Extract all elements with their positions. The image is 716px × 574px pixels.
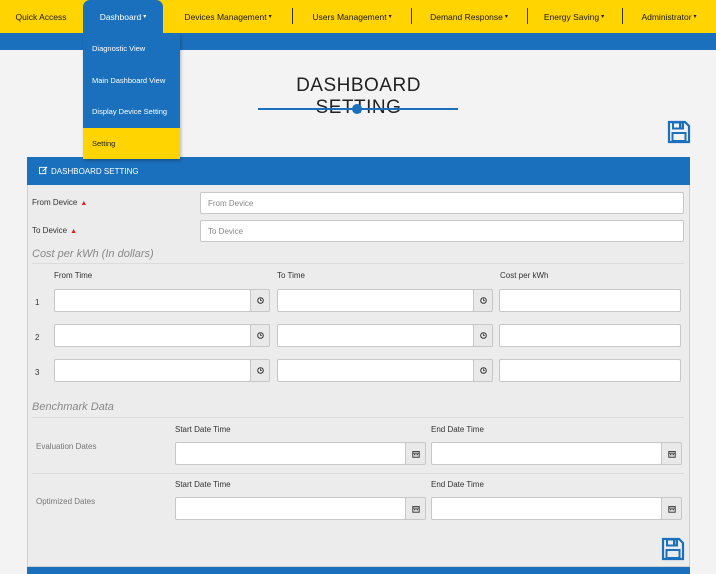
- row-number: 3: [35, 368, 40, 377]
- menu-item-main-dashboard-view[interactable]: Main Dashboard View: [83, 65, 180, 97]
- divider: [32, 473, 684, 474]
- nav-label: Quick Access: [15, 11, 67, 22]
- opt-end-label: End Date Time: [431, 480, 484, 489]
- nav-divider: [622, 8, 623, 24]
- to-time-input[interactable]: [277, 359, 474, 382]
- edit-icon: [39, 166, 48, 177]
- nav-administrator[interactable]: Administrator ▾: [627, 0, 711, 33]
- clock-icon[interactable]: [250, 359, 270, 382]
- cost-input[interactable]: [499, 324, 681, 347]
- nav-devices-management[interactable]: Devices Management ▾: [172, 0, 284, 33]
- required-marker: ▲: [80, 200, 88, 207]
- opt-start-label: Start Date Time: [175, 480, 231, 489]
- panel-footer-bar: [27, 567, 690, 574]
- to-device-input[interactable]: To Device: [200, 220, 684, 242]
- caret-down-icon: ▾: [693, 14, 697, 20]
- caret-down-icon: ▾: [388, 14, 392, 20]
- caret-down-icon: ▾: [504, 14, 508, 20]
- from-time-input[interactable]: [54, 324, 251, 347]
- clock-icon[interactable]: [250, 324, 270, 347]
- benchmark-section-title: Benchmark Data: [32, 401, 114, 413]
- row-number: 1: [35, 298, 40, 307]
- title-underline-dot: [352, 104, 362, 114]
- from-device-label: From Device ▲: [32, 198, 87, 207]
- menu-item-diagnostic-view[interactable]: Diagnostic View: [83, 33, 180, 65]
- caret-down-icon: ▾: [268, 14, 272, 20]
- to-device-label: To Device ▲: [32, 226, 77, 235]
- nav-users-management[interactable]: Users Management ▾: [298, 0, 406, 33]
- col-cost-per-kwh: Cost per kWh: [500, 271, 549, 280]
- cost-input[interactable]: [499, 289, 681, 312]
- calendar-icon[interactable]: [661, 497, 682, 520]
- evaluation-dates-label: Evaluation Dates: [36, 442, 97, 451]
- nav-divider: [527, 8, 528, 24]
- from-time-input[interactable]: [54, 289, 251, 312]
- nav-demand-response[interactable]: Demand Response ▾: [416, 0, 522, 33]
- clock-icon[interactable]: [473, 289, 493, 312]
- eval-end-input[interactable]: [431, 442, 662, 465]
- nav-label: Devices Management: [184, 11, 267, 22]
- clock-icon[interactable]: [473, 359, 493, 382]
- opt-start-input[interactable]: [175, 497, 406, 520]
- eval-end-label: End Date Time: [431, 425, 484, 434]
- cost-section-title: Cost per kWh (In dollars): [32, 248, 154, 260]
- save-icon[interactable]: [661, 537, 685, 561]
- dashboard-dropdown-menu: Diagnostic View Main Dashboard View Disp…: [83, 33, 180, 159]
- nav-dashboard[interactable]: Dashboard ▾: [83, 0, 163, 33]
- from-time-input[interactable]: [54, 359, 251, 382]
- divider: [32, 417, 684, 418]
- top-nav: Quick Access Dashboard ▾ Devices Managem…: [0, 0, 716, 33]
- caret-down-icon: ▾: [601, 14, 605, 20]
- menu-item-display-device-setting[interactable]: Display Device Setting: [83, 96, 180, 128]
- panel-header-title: DASHBOARD SETTING: [51, 166, 139, 176]
- nav-divider: [292, 8, 293, 24]
- save-icon[interactable]: [667, 120, 691, 144]
- nav-energy-saving[interactable]: Energy Saving ▾: [532, 0, 616, 33]
- from-device-label-text: From Device: [32, 198, 78, 207]
- divider: [32, 263, 684, 264]
- opt-end-input[interactable]: [431, 497, 662, 520]
- row-number: 2: [35, 333, 40, 342]
- col-from-time: From Time: [54, 271, 93, 280]
- col-to-time: To Time: [277, 271, 306, 280]
- to-device-label-text: To Device: [32, 226, 68, 235]
- eval-start-label: Start Date Time: [175, 425, 231, 434]
- calendar-icon[interactable]: [405, 497, 426, 520]
- clock-icon[interactable]: [473, 324, 493, 347]
- to-time-input[interactable]: [277, 324, 474, 347]
- nav-label: Dashboard: [99, 11, 142, 22]
- nav-label: Demand Response: [430, 11, 503, 22]
- nav-divider: [411, 8, 412, 24]
- required-marker: ▲: [70, 228, 78, 235]
- menu-item-setting[interactable]: Setting: [83, 127, 180, 159]
- panel-header: DASHBOARD SETTING: [27, 157, 690, 185]
- clock-icon[interactable]: [250, 289, 270, 312]
- caret-down-icon: ▾: [143, 14, 147, 20]
- eval-start-input[interactable]: [175, 442, 406, 465]
- to-time-input[interactable]: [277, 289, 474, 312]
- nav-label: Users Management: [312, 11, 387, 22]
- nav-label: Energy Saving: [543, 11, 600, 22]
- nav-quick-access[interactable]: Quick Access: [8, 0, 74, 33]
- from-device-input[interactable]: From Device: [200, 192, 684, 214]
- calendar-icon[interactable]: [405, 442, 426, 465]
- calendar-icon[interactable]: [661, 442, 682, 465]
- optimized-dates-label: Optimized Dates: [36, 497, 96, 506]
- cost-input[interactable]: [499, 359, 681, 382]
- nav-label: Administrator: [641, 11, 692, 22]
